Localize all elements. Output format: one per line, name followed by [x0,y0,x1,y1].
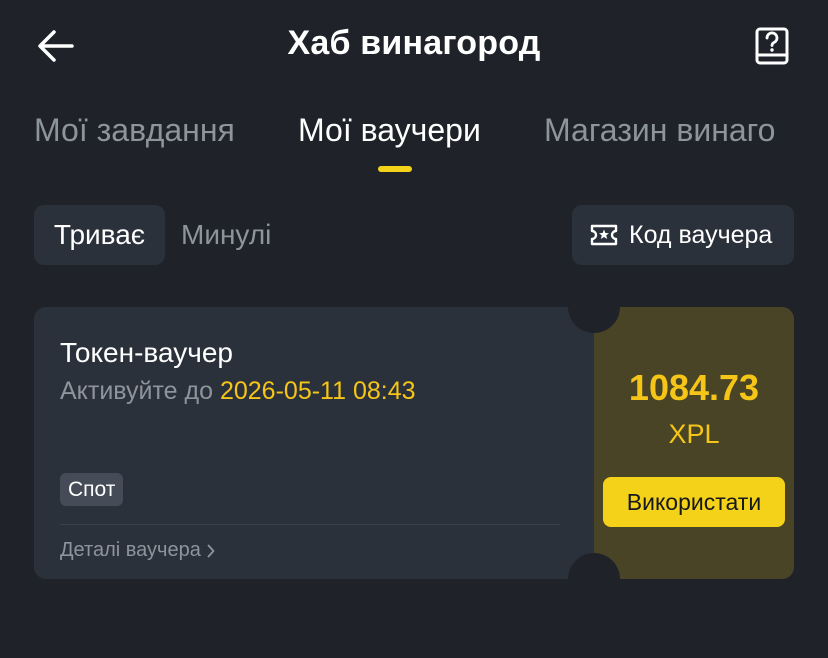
tab-my-vouchers[interactable]: Мої ваучери [298,112,481,149]
voucher-info-panel: Токен-ваучер Активуйте до 2026-05-11 08:… [34,307,594,579]
tab-bar: Мої завдання Мої ваучери Магазин винаго [0,108,828,178]
card-divider [60,524,560,525]
voucher-code-button[interactable]: Код ваучера [572,205,794,265]
header: Хаб винагород [0,0,828,96]
active-tab-indicator [378,166,412,172]
voucher-details-label: Деталі ваучера [60,539,201,561]
voucher-card: Токен-ваучер Активуйте до 2026-05-11 08:… [34,281,794,605]
help-book-icon [755,27,789,65]
voucher-code-label: Код ваучера [629,221,773,249]
voucher-amount: 1084.73 [628,367,760,408]
ticket-notch-top [568,281,620,333]
ticket-notch-bottom [568,553,620,605]
ticket-star-icon [590,224,618,246]
tab-my-tasks[interactable]: Мої завдання [34,112,235,149]
expiry-prefix: Активуйте до [60,377,214,405]
voucher-value-panel: 1084.73 XPL Використати [594,307,794,579]
spot-badge: Спот [60,473,124,506]
voucher-currency: XPL [668,419,720,449]
voucher-title: Токен-ваучер [60,337,233,368]
voucher-details-link[interactable]: Деталі ваучера [60,539,215,562]
page-title: Хаб винагород [287,24,541,62]
help-button[interactable] [754,26,790,66]
use-voucher-button[interactable]: Використати [603,477,785,527]
filter-ongoing[interactable]: Триває [34,205,165,265]
expiry-date: 2026-05-11 08:43 [219,377,416,405]
tab-rewards-shop[interactable]: Магазин винаго [544,112,775,149]
filter-past[interactable]: Минулі [181,205,271,265]
voucher-expiry: Активуйте до 2026-05-11 08:43 [60,377,416,406]
chevron-right-icon [207,544,215,558]
